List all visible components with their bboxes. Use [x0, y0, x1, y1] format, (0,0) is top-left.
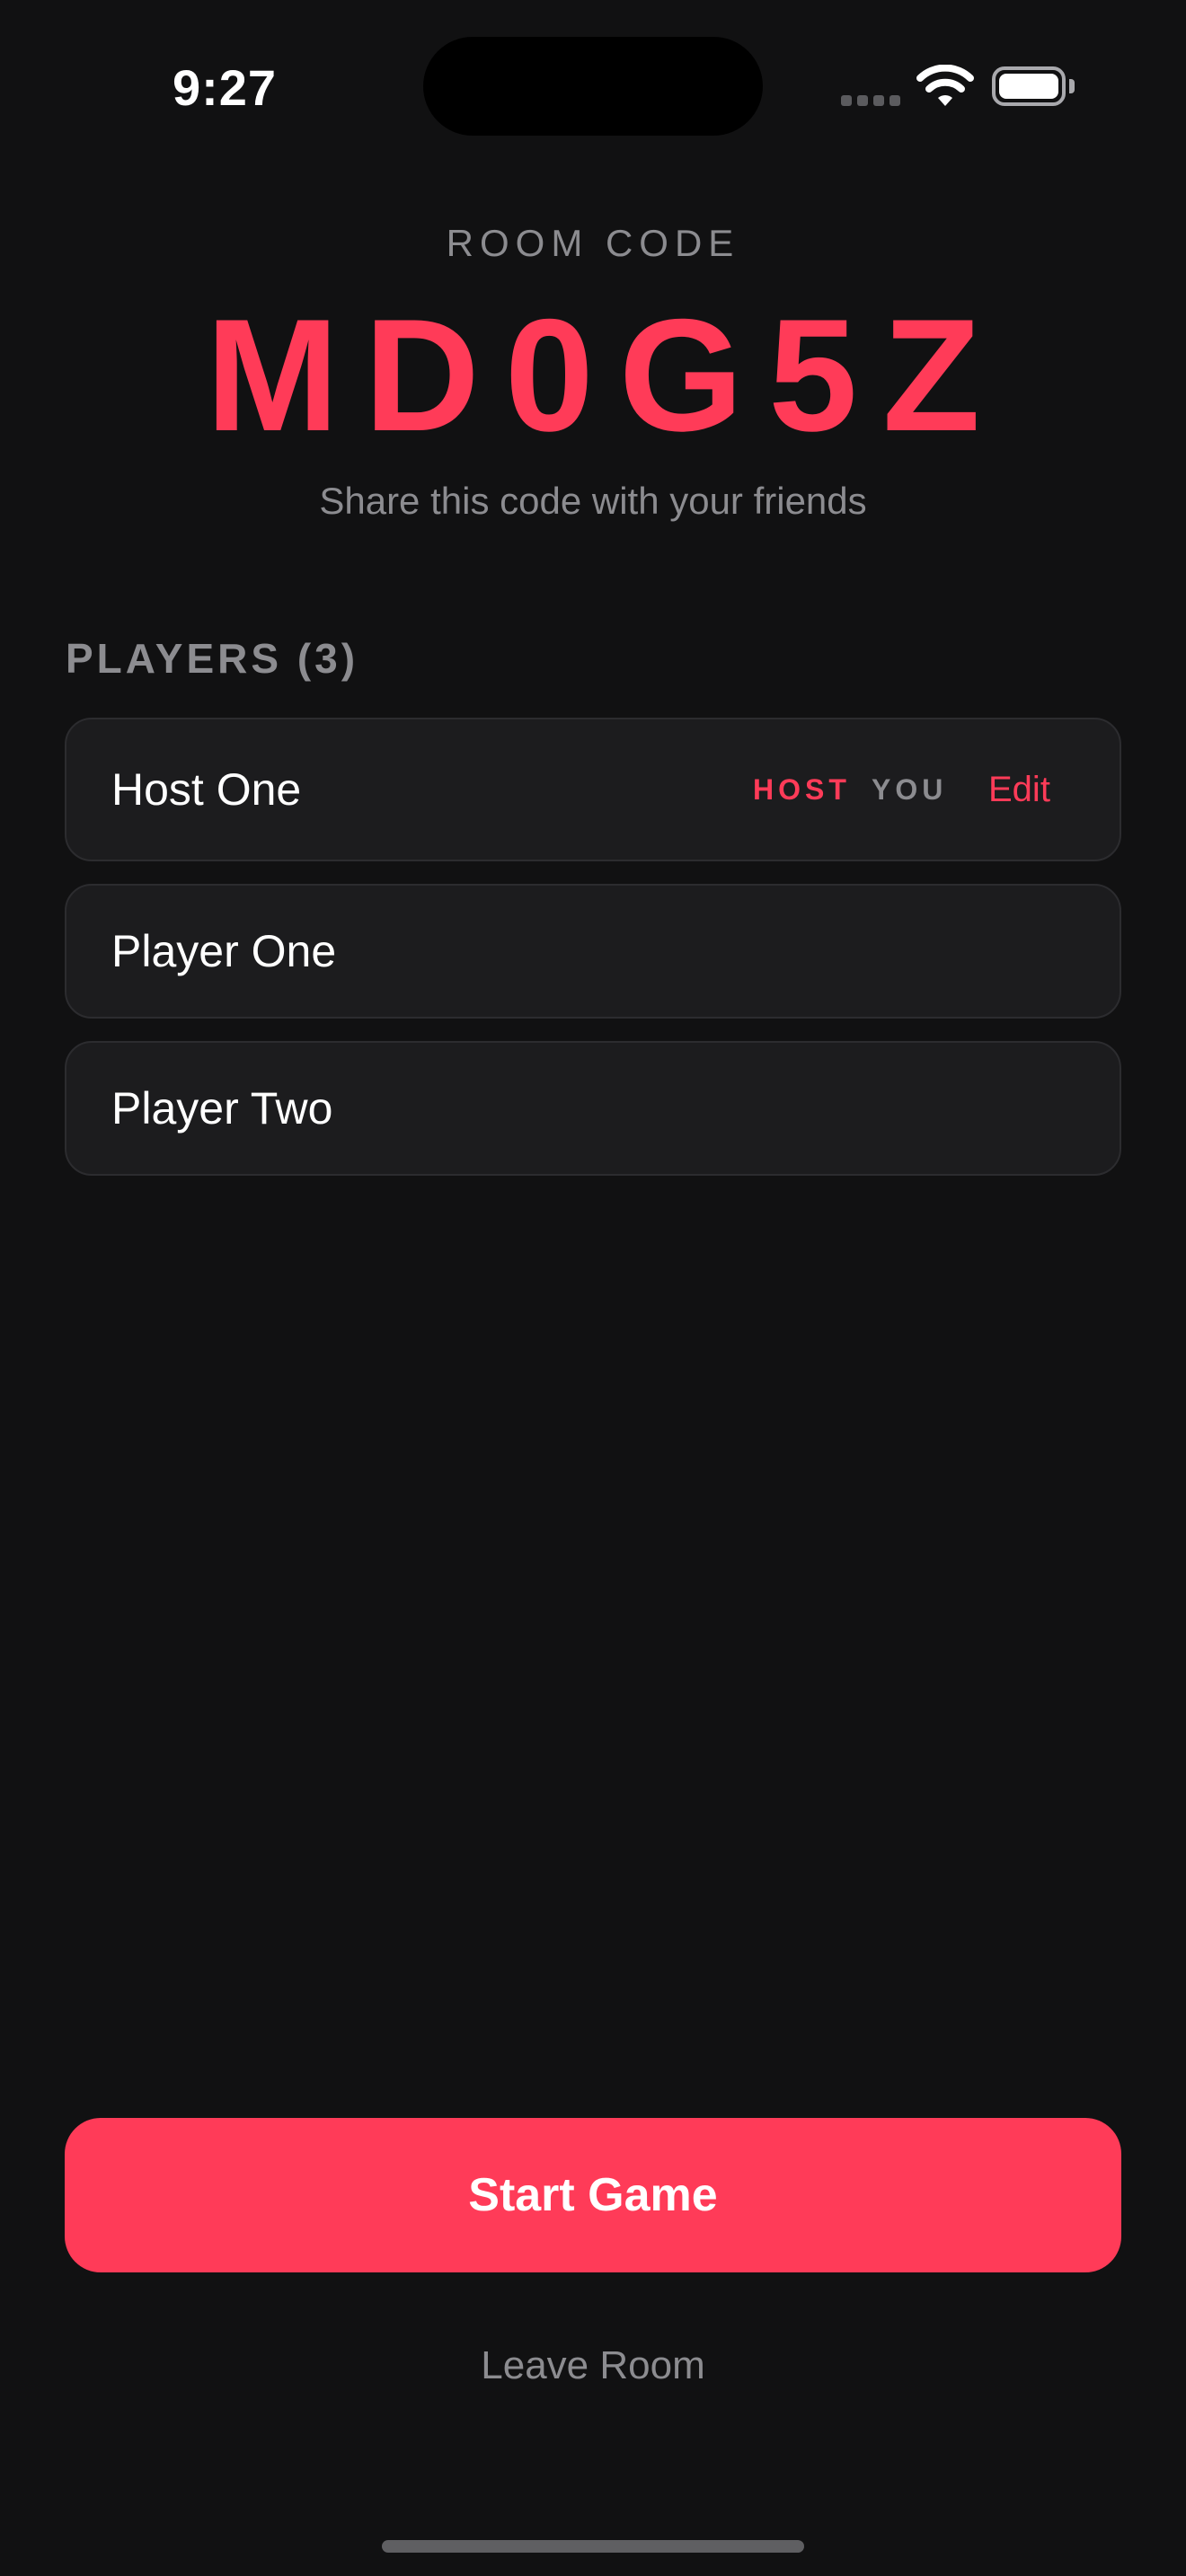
player-row: Player One [65, 884, 1121, 1019]
you-badge: YOU [872, 772, 948, 806]
room-code-hint: Share this code with your friends [319, 480, 867, 522]
player-row: Player Two [65, 1041, 1121, 1176]
player-name: Host One [111, 764, 302, 815]
status-time: 9:27 [172, 59, 278, 116]
battery-cap [1069, 79, 1075, 93]
player-name: Player One [111, 926, 337, 976]
start-game-button[interactable]: Start Game [65, 2118, 1121, 2272]
cellular-signal-icon [841, 95, 900, 106]
home-indicator[interactable] [382, 2540, 804, 2553]
room-code-label: ROOM CODE [446, 222, 740, 264]
wifi-icon [916, 64, 974, 108]
host-badge: HOST [753, 772, 851, 806]
room-code: MD0G5Z [206, 286, 1005, 464]
edit-name-button[interactable]: Edit [988, 719, 1050, 860]
leave-room-button[interactable]: Leave Room [0, 2339, 1186, 2393]
player-name: Player Two [111, 1083, 333, 1134]
dynamic-island [423, 37, 763, 136]
player-row-host: Host One HOST YOU Edit [65, 718, 1121, 861]
battery-icon [992, 66, 1066, 106]
players-header: PLAYERS (3) [66, 635, 359, 682]
